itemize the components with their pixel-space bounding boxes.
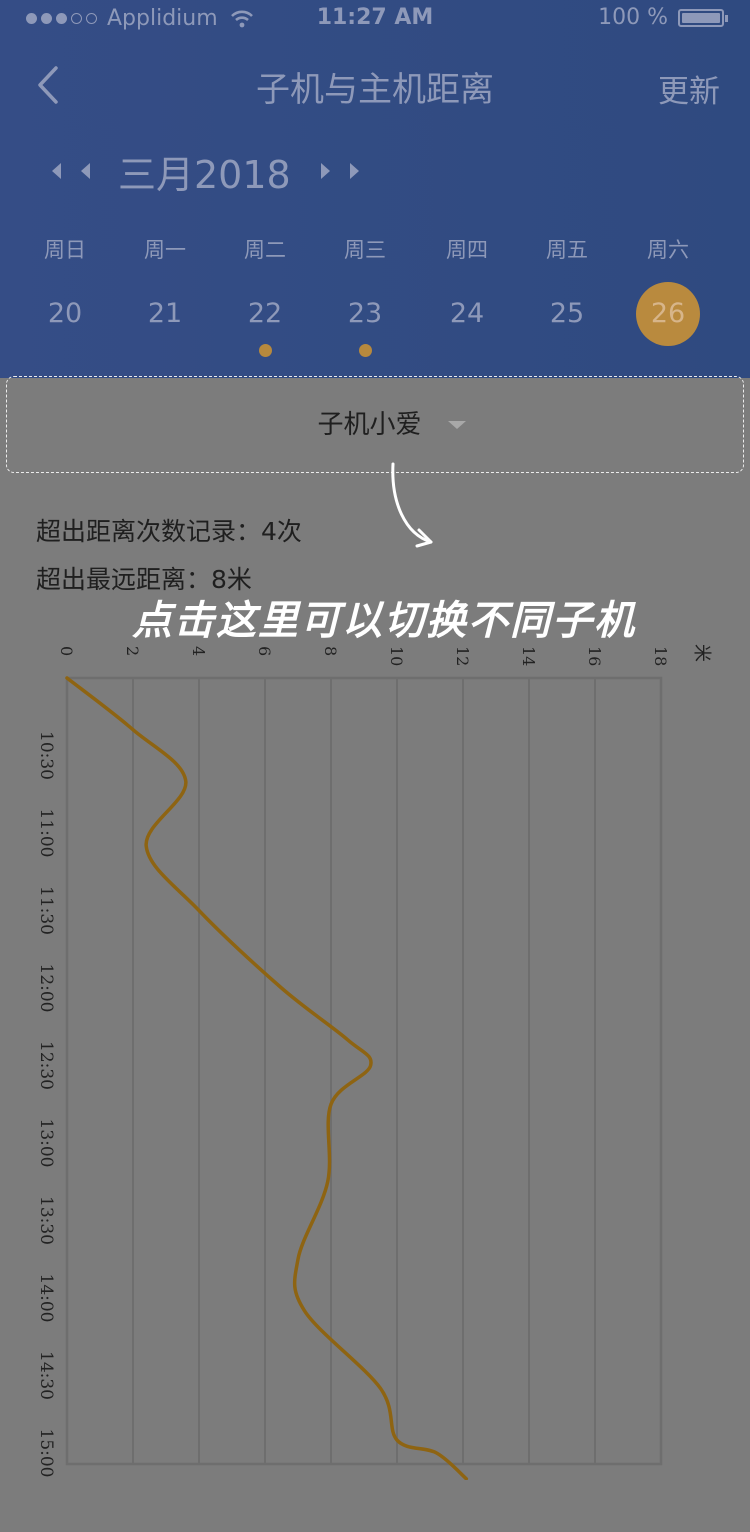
x-tick-label: 0 xyxy=(57,646,76,656)
status-bar: Applidium 11:27 AM 100 % xyxy=(0,0,750,40)
battery-percentage: 100 % xyxy=(598,5,668,30)
event-dot-icon xyxy=(358,344,372,357)
x-unit-label: 米 xyxy=(691,644,712,662)
update-button[interactable]: 更新 xyxy=(658,66,720,111)
y-tick-label: 11:00 xyxy=(36,809,56,858)
calendar-day[interactable]: 23 xyxy=(333,282,397,346)
y-tick-label: 12:30 xyxy=(36,1041,56,1090)
calendar-day[interactable]: 22 xyxy=(233,282,297,346)
distance-series-line xyxy=(65,676,469,1480)
next-year-icon[interactable] xyxy=(349,163,359,179)
battery-icon xyxy=(678,8,728,27)
x-tick-label: 18 xyxy=(651,646,670,666)
weekday-label: 周五 xyxy=(546,238,588,262)
y-tick-label: 15:00 xyxy=(36,1429,56,1478)
hint-arrow-icon xyxy=(391,462,433,548)
dropdown-caret-icon xyxy=(448,421,466,429)
weekday-label: 周六 xyxy=(647,238,689,262)
battery-indicator: 100 % xyxy=(598,5,728,30)
calendar-day[interactable]: 21 xyxy=(133,282,197,346)
calendar-day[interactable]: 25 xyxy=(535,282,599,346)
device-selector[interactable]: 子机小爱 xyxy=(6,376,744,473)
header: Applidium 11:27 AM 100 % 子机与主机距离 更新 三月20… xyxy=(0,0,750,378)
calendar-day[interactable]: 24 xyxy=(435,282,499,346)
weekday-label: 周四 xyxy=(446,238,488,262)
event-dot-icon xyxy=(258,344,272,357)
y-tick-label: 11:30 xyxy=(36,886,56,935)
y-tick-label: 14:30 xyxy=(36,1351,56,1400)
month-label: 三月2018 xyxy=(118,152,291,197)
weekday-label: 周三 xyxy=(344,238,386,262)
distance-chart: 0 2 4 6 8 10 12 14 16 18 米 10:30 11:00 11:30 12:00 12:3… xyxy=(36,644,712,1480)
device-selector-label: 子机小爱 xyxy=(317,410,422,440)
calendar-day[interactable]: 20 xyxy=(33,282,97,346)
y-tick-label: 14:00 xyxy=(36,1274,56,1323)
calendar-day-selected[interactable]: 26 xyxy=(636,282,700,346)
y-tick-label: 13:30 xyxy=(36,1196,56,1245)
prev-year-icon[interactable] xyxy=(52,163,61,179)
x-tick-label: 12 xyxy=(453,646,472,666)
page-title: 子机与主机距离 xyxy=(256,70,494,110)
weekday-label: 周日 xyxy=(44,238,86,262)
next-month-icon[interactable] xyxy=(320,163,330,179)
plot-frame xyxy=(65,676,663,1466)
weekday-label: 周二 xyxy=(244,238,286,262)
y-tick-label: 10:30 xyxy=(36,731,56,780)
x-tick-label: 6 xyxy=(255,646,274,656)
x-tick-label: 14 xyxy=(519,646,538,666)
exceed-count-text: 超出距离次数记录：4次 xyxy=(36,517,302,546)
y-tick-label: 12:00 xyxy=(36,964,56,1013)
x-tick-label: 10 xyxy=(387,646,406,666)
prev-month-icon[interactable] xyxy=(81,163,90,179)
x-tick-label: 4 xyxy=(189,646,208,656)
x-tick-label: 2 xyxy=(123,646,142,656)
x-tick-label: 16 xyxy=(585,646,604,666)
y-tick-label: 13:00 xyxy=(36,1119,56,1168)
month-navigator: 三月2018 xyxy=(52,146,359,197)
weekday-label: 周一 xyxy=(144,238,186,262)
x-tick-label: 8 xyxy=(321,646,340,656)
